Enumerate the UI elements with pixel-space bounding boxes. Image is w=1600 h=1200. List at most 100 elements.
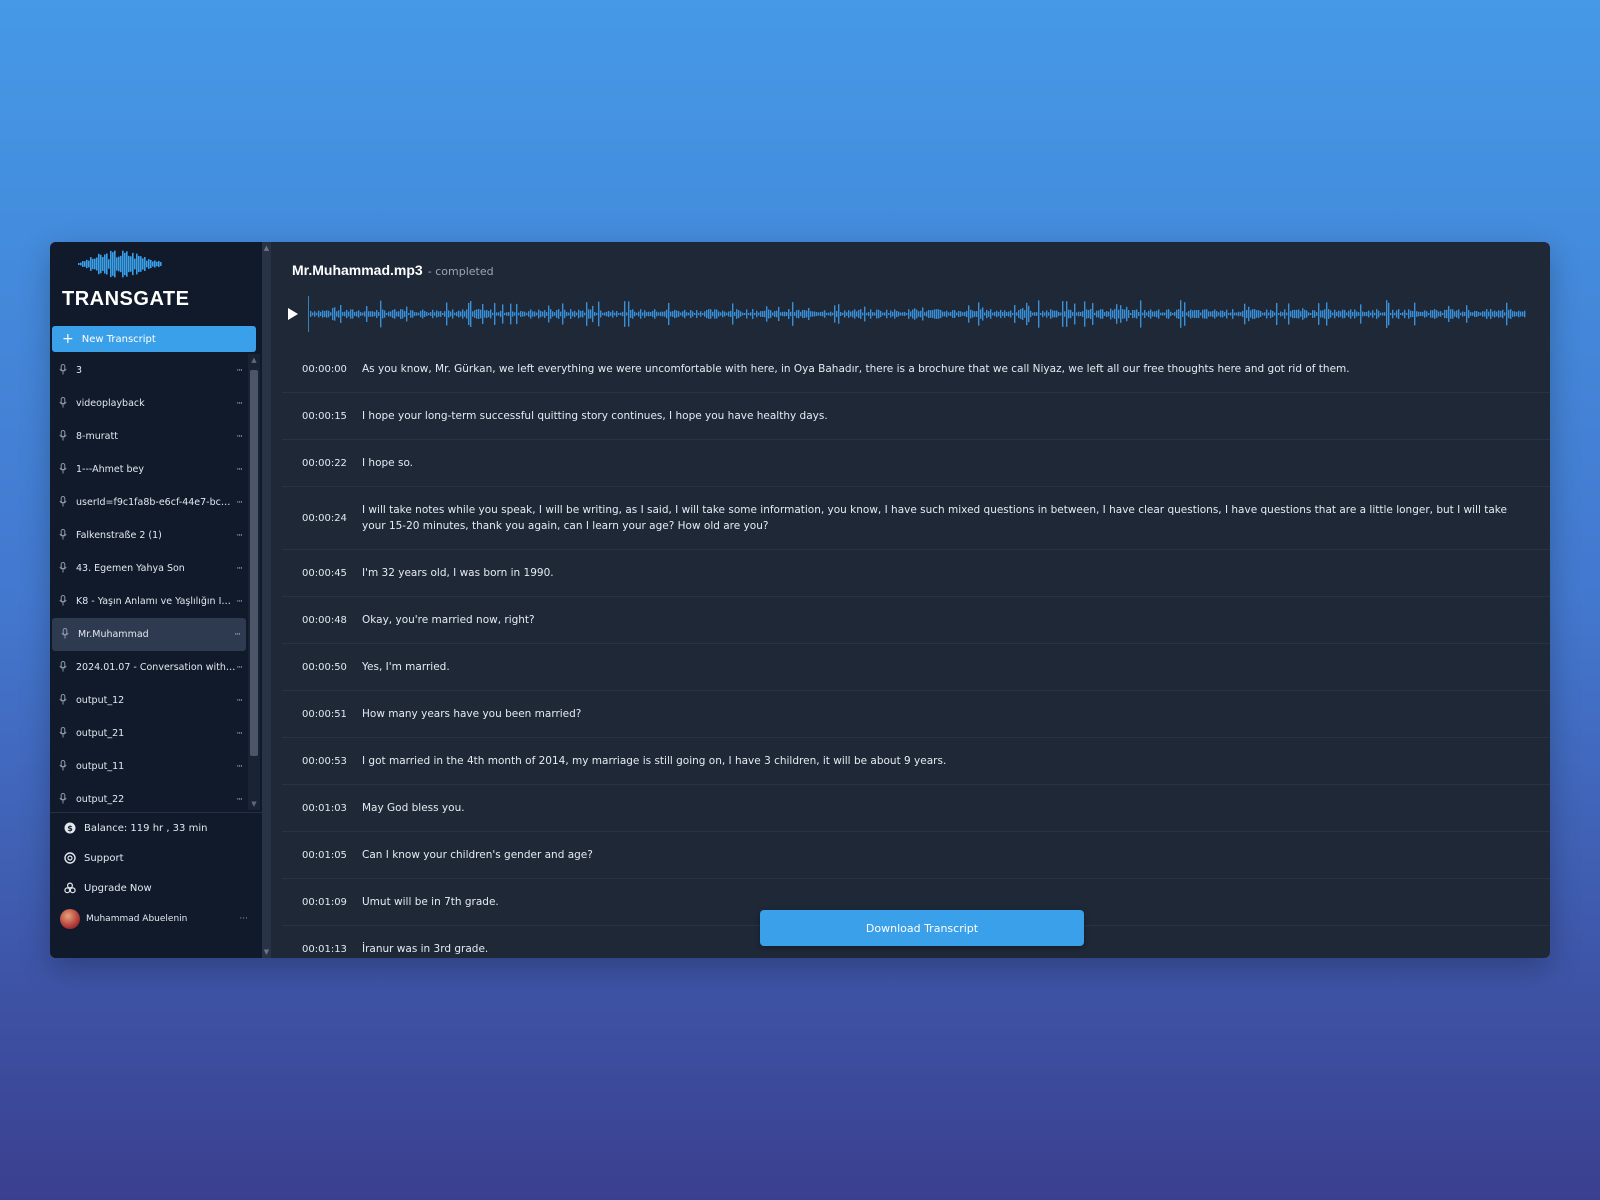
segment-text: İranur was in 3rd grade.	[362, 943, 489, 955]
audio-player	[286, 294, 1526, 334]
file-item[interactable]: output_12 ···	[50, 684, 248, 717]
file-list: 3 ··· videoplayback ··· 8-muratt ··· 1---Ahmet…	[50, 354, 248, 810]
segment-text: I hope your long-term successful quittin…	[362, 410, 828, 422]
more-icon[interactable]: ···	[236, 663, 243, 673]
more-icon[interactable]: ···	[236, 432, 243, 442]
more-icon[interactable]: ···	[236, 696, 243, 706]
file-item[interactable]: Falkenstraße 2 (1) ···	[50, 519, 248, 552]
transcript-segment[interactable]: 00:00:51 How many years have you been mar…	[282, 691, 1550, 738]
sidebar-scrollbar[interactable]: ▲ ▼	[262, 242, 271, 958]
more-icon[interactable]: ···	[236, 795, 243, 805]
file-item[interactable]: 3 ···	[50, 354, 248, 387]
transcript-segment[interactable]: 00:00:53 I got married in the 4th month o…	[282, 738, 1550, 785]
file-name: 8-muratt	[76, 431, 118, 442]
segment-text: Okay, you're married now, right?	[362, 614, 535, 626]
segment-timestamp[interactable]: 00:00:15	[282, 411, 362, 422]
app-window: TRANSGATE + New Transcript 3 ··· videoplay…	[50, 242, 1550, 958]
transcript-segment[interactable]: 00:00:48 Okay, you're married now, right?	[282, 597, 1550, 644]
transcript-list: 00:00:00 As you know, Mr. Gürkan, we left…	[282, 346, 1550, 958]
segment-text: Umut will be in 7th grade.	[362, 896, 499, 908]
more-icon[interactable]: ···	[234, 630, 241, 640]
segment-timestamp[interactable]: 00:01:03	[282, 803, 362, 814]
transcript-segment[interactable]: 00:00:00 As you know, Mr. Gürkan, we left…	[282, 346, 1550, 393]
file-name: K8 - Yaşın Anlamı ve Yaşlılığın İnşa...	[76, 596, 236, 607]
file-item[interactable]: K8 - Yaşın Anlamı ve Yaşlılığın İnşa... ·…	[50, 585, 248, 618]
transcript-segment[interactable]: 00:00:50 Yes, I'm married.	[282, 644, 1550, 691]
segment-timestamp[interactable]: 00:01:09	[282, 897, 362, 908]
segment-timestamp[interactable]: 00:00:22	[282, 458, 362, 469]
support-link[interactable]: Support	[50, 843, 262, 873]
file-item[interactable]: Mr.Muhammad ···	[52, 618, 246, 651]
more-icon[interactable]: ···	[236, 366, 243, 376]
play-icon[interactable]	[286, 306, 300, 322]
segment-timestamp[interactable]: 00:01:05	[282, 850, 362, 861]
scroll-thumb[interactable]	[250, 370, 258, 756]
segment-timestamp[interactable]: 00:00:53	[282, 756, 362, 767]
transcript-segment[interactable]: 00:00:15 I hope your long-term successful…	[282, 393, 1550, 440]
microphone-icon	[59, 561, 69, 576]
transcript-panel: Mr.Muhammad.mp3 - completed 00:00:00 As y…	[272, 242, 1550, 958]
upgrade-label: Upgrade Now	[84, 882, 152, 894]
logo: TRANSGATE	[50, 242, 262, 322]
transcript-header: Mr.Muhammad.mp3 - completed	[292, 260, 494, 279]
file-name: videoplayback	[76, 398, 145, 409]
scroll-down-icon[interactable]: ▼	[262, 948, 271, 956]
scroll-up-icon[interactable]: ▲	[250, 356, 258, 364]
transcript-segment[interactable]: 00:00:24 I will take notes while you spea…	[282, 487, 1550, 550]
segment-timestamp[interactable]: 00:00:51	[282, 709, 362, 720]
file-name: 43. Egemen Yahya Son	[76, 563, 185, 574]
file-name: userId=f9c1fa8b-e6cf-44e7-bc1f-18...	[76, 497, 236, 508]
more-icon[interactable]: ···	[236, 762, 243, 772]
segment-text: I'm 32 years old, I was born in 1990.	[362, 567, 554, 579]
segment-timestamp[interactable]: 00:00:50	[282, 662, 362, 673]
transcript-segment[interactable]: 00:01:03 May God bless you.	[282, 785, 1550, 832]
segment-timestamp[interactable]: 00:01:13	[282, 944, 362, 955]
file-item[interactable]: 8-muratt ···	[50, 420, 248, 453]
new-transcript-button[interactable]: + New Transcript	[52, 326, 256, 352]
file-item[interactable]: userId=f9c1fa8b-e6cf-44e7-bc1f-18...···	[50, 486, 248, 519]
scroll-down-icon[interactable]: ▼	[250, 800, 258, 808]
microphone-icon	[59, 429, 69, 444]
transcript-segment[interactable]: 00:01:05 Can I know your children's gende…	[282, 832, 1550, 879]
more-icon[interactable]: ···	[236, 399, 243, 409]
file-item[interactable]: 43. Egemen Yahya Son ···	[50, 552, 248, 585]
status-badge: - completed	[427, 265, 494, 278]
file-item[interactable]: output_21 ···	[50, 717, 248, 750]
more-icon[interactable]: ···	[236, 465, 243, 475]
file-name: 3	[76, 365, 83, 376]
file-name: output_21	[76, 728, 125, 739]
transcript-segment[interactable]: 00:00:22 I hope so.	[282, 440, 1550, 487]
segment-text: How many years have you been married?	[362, 708, 582, 720]
scroll-up-icon[interactable]: ▲	[262, 244, 271, 252]
download-transcript-button[interactable]: Download Transcript	[760, 910, 1084, 946]
file-name: output_12	[76, 695, 125, 706]
segment-timestamp[interactable]: 00:00:24	[282, 513, 362, 524]
microphone-icon	[59, 462, 69, 477]
segment-text: Can I know your children's gender and ag…	[362, 849, 593, 861]
transcript-segment[interactable]: 00:00:45 I'm 32 years old, I was born in …	[282, 550, 1550, 597]
segment-text: I got married in the 4th month of 2014, …	[362, 755, 947, 767]
file-item[interactable]: 1---Ahmet bey ···	[50, 453, 248, 486]
more-icon[interactable]: ···	[236, 729, 243, 739]
file-item[interactable]: 2024.01.07 - Conversation with me, ...··…	[50, 651, 248, 684]
more-icon[interactable]: ···	[239, 914, 248, 924]
segment-timestamp[interactable]: 00:00:00	[282, 364, 362, 375]
segment-timestamp[interactable]: 00:00:45	[282, 568, 362, 579]
user-name: Muhammad Abuelenin	[86, 914, 188, 924]
more-icon[interactable]: ···	[236, 597, 243, 607]
more-icon[interactable]: ···	[236, 564, 243, 574]
file-name: output_22	[76, 794, 125, 805]
file-item[interactable]: output_11 ···	[50, 750, 248, 783]
more-icon[interactable]: ···	[236, 531, 243, 541]
user-profile[interactable]: Muhammad Abuelenin ···	[50, 903, 262, 935]
segment-timestamp[interactable]: 00:00:48	[282, 615, 362, 626]
more-icon[interactable]: ···	[236, 498, 243, 508]
lifebuoy-icon	[64, 852, 76, 864]
file-item[interactable]: videoplayback ···	[50, 387, 248, 420]
audio-waveform[interactable]	[308, 294, 1528, 334]
file-name: Mr.Muhammad	[78, 629, 149, 640]
support-label: Support	[84, 852, 124, 864]
file-list-scrollbar[interactable]: ▲ ▼	[248, 354, 260, 810]
file-name: output_11	[76, 761, 125, 772]
upgrade-link[interactable]: Upgrade Now	[50, 873, 262, 903]
